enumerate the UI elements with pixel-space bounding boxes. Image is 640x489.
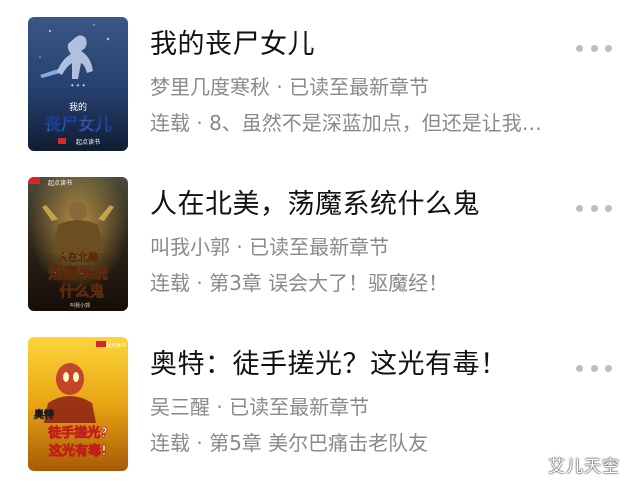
update-separator: · — [196, 111, 203, 135]
reading-progress: 已读至最新章节 — [229, 395, 370, 419]
watermark: 艾儿天空 — [548, 457, 620, 477]
reading-progress: 已读至最新章节 — [249, 235, 390, 259]
cover-author: 叫我小郭 — [70, 302, 90, 309]
list-item[interactable]: 起点读书 人在北美 荡魔系统 什么鬼 叫我小郭 人在北美，荡魔系统什么鬼 叫我小… — [0, 174, 640, 324]
meta-separator: · — [236, 235, 243, 259]
serial-status: 连载 — [150, 111, 190, 135]
book-author: 梦里几度寒秋 — [150, 75, 270, 99]
update-separator: · — [196, 271, 203, 295]
cover-title-line1: 奥特 — [34, 408, 54, 421]
bookshelf-page: ✦ ✦ ✦ 我的 丧尸女儿 起点读书 我的丧尸女儿 梦里几度寒秋 · 已读至最新… — [0, 0, 640, 489]
book-cover-image: 起点读书 人在北美 荡魔系统 什么鬼 叫我小郭 — [28, 177, 128, 311]
book-cover[interactable]: 起点读书 人在北美 荡魔系统 什么鬼 叫我小郭 — [28, 177, 128, 311]
book-cover-image: 起点读书 奥特 徒手搓光? 这光有毒! — [28, 337, 128, 471]
book-update: 连载 · 第5章 美尔巴痛击老队友 — [150, 430, 606, 456]
cover-title-line2: 丧尸女儿 — [44, 114, 112, 135]
cover-title-line3: 什么鬼 — [59, 282, 104, 300]
cover-title-line2: 徒手搓光? — [47, 425, 108, 441]
cover-title-line1: 人在北美 — [58, 251, 99, 264]
serial-status: 连载 — [150, 271, 190, 295]
book-title[interactable]: 我的丧尸女儿 — [150, 28, 315, 62]
cover-publisher: 起点读书 — [106, 342, 126, 349]
list-item[interactable]: 起点读书 奥特 徒手搓光? 这光有毒! 奥特：徒手搓光？这光有毒！ 吴三醒 · … — [0, 334, 640, 484]
meta-separator: · — [216, 395, 223, 419]
book-update: 连载 · 第3章 误会大了！驱魔经！ — [150, 270, 606, 296]
book-author: 叫我小郭 — [150, 235, 230, 259]
book-update: 连载 · 8、虽然不是深蓝加点，但还是让我… — [150, 110, 606, 136]
book-author: 吴三醒 — [150, 395, 210, 419]
latest-chapter: 8、虽然不是深蓝加点，但还是让我… — [209, 111, 542, 135]
latest-chapter: 第3章 误会大了！驱魔经！ — [209, 271, 449, 295]
more-options-icon[interactable] — [576, 38, 612, 58]
cover-small-text: ✦ ✦ ✦ — [70, 83, 86, 89]
latest-chapter: 第5章 美尔巴痛击老队友 — [209, 431, 429, 455]
book-cover[interactable]: 起点读书 奥特 徒手搓光? 这光有毒! — [28, 337, 128, 471]
update-separator: · — [196, 431, 203, 455]
more-options-icon[interactable] — [576, 198, 612, 218]
cover-publisher: 起点读书 — [76, 138, 100, 146]
more-options-icon[interactable] — [576, 358, 612, 378]
book-meta: 吴三醒 · 已读至最新章节 — [150, 394, 369, 420]
cover-title-line1: 我的 — [69, 101, 87, 113]
cover-title-line3: 这光有毒! — [49, 443, 107, 459]
book-cover[interactable]: ✦ ✦ ✦ 我的 丧尸女儿 起点读书 — [28, 17, 128, 151]
book-cover-image: ✦ ✦ ✦ 我的 丧尸女儿 起点读书 — [28, 17, 128, 151]
serial-status: 连载 — [150, 431, 190, 455]
book-meta: 叫我小郭 · 已读至最新章节 — [150, 234, 389, 260]
book-meta: 梦里几度寒秋 · 已读至最新章节 — [150, 74, 429, 100]
cover-publisher: 起点读书 — [48, 179, 72, 187]
meta-separator: · — [276, 75, 283, 99]
book-title[interactable]: 人在北美，荡魔系统什么鬼 — [150, 188, 480, 222]
list-item[interactable]: ✦ ✦ ✦ 我的 丧尸女儿 起点读书 我的丧尸女儿 梦里几度寒秋 · 已读至最新… — [0, 14, 640, 164]
cover-title-line2: 荡魔系统 — [48, 264, 108, 282]
book-list: ✦ ✦ ✦ 我的 丧尸女儿 起点读书 我的丧尸女儿 梦里几度寒秋 · 已读至最新… — [0, 0, 640, 489]
reading-progress: 已读至最新章节 — [289, 75, 430, 99]
book-title[interactable]: 奥特：徒手搓光？这光有毒！ — [150, 348, 508, 382]
